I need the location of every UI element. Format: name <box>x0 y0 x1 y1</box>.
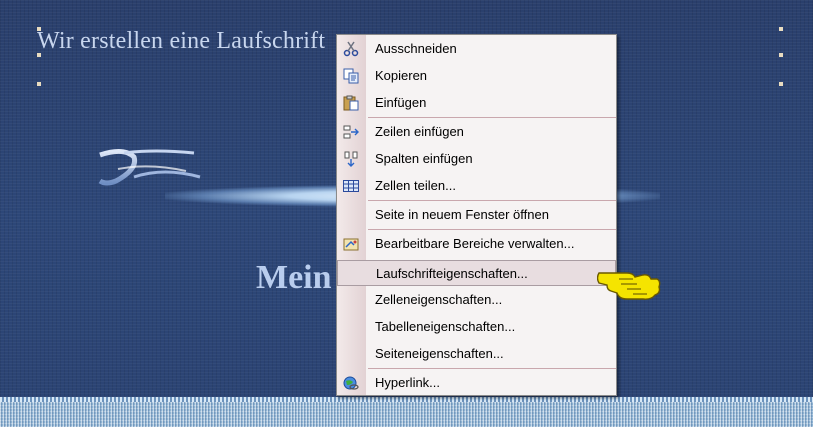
menu-item-zellen-teilen[interactable]: Zellen teilen... <box>337 173 616 199</box>
menu-item-zeilen-einfuegen[interactable]: Zeilen einfügen <box>337 119 616 145</box>
menu-separator <box>368 200 616 201</box>
insert-rows-icon <box>343 125 359 139</box>
marquee-text[interactable]: Mein <box>256 259 332 297</box>
page-canvas: Wir erstellen eine Laufschrift Mein Auss… <box>0 0 813 427</box>
menu-item-label: Kopieren <box>375 68 428 83</box>
menu-item-spalten-einfuegen[interactable]: Spalten einfügen <box>337 146 616 172</box>
menu-item-ausschneiden[interactable]: Ausschneiden <box>337 36 616 62</box>
menu-item-label: Laufschrifteigenschaften... <box>376 266 528 281</box>
menu-item-tabelleneigenschaften[interactable]: Tabelleneigenschaften... <box>337 314 616 340</box>
menu-item-label: Zelleneigenschaften... <box>375 292 503 307</box>
context-menu: Ausschneiden Kopieren Einfügen Zeilen ei… <box>336 34 617 396</box>
menu-separator <box>368 117 616 118</box>
paste-icon <box>343 95 359 111</box>
menu-item-laufschrifteigenschaften[interactable]: Laufschrifteigenschaften... <box>337 260 616 286</box>
menu-item-label: Bearbeitbare Bereiche verwalten... <box>375 236 575 251</box>
menu-item-label: Seite in neuem Fenster öffnen <box>375 207 549 222</box>
selection-handle[interactable] <box>779 82 783 86</box>
menu-item-label: Einfügen <box>375 95 427 110</box>
pointing-hand-icon <box>597 272 661 300</box>
bottom-decorative-border <box>0 397 813 427</box>
page-heading[interactable]: Wir erstellen eine Laufschrift <box>37 28 325 55</box>
selection-handle[interactable] <box>779 27 783 31</box>
menu-item-hyperlink[interactable]: Hyperlink... <box>337 370 616 396</box>
selection-handle[interactable] <box>37 82 41 86</box>
insert-columns-icon <box>344 151 358 167</box>
menu-separator <box>368 229 616 230</box>
menu-item-label: Ausschneiden <box>375 41 457 56</box>
menu-item-neues-fenster[interactable]: Seite in neuem Fenster öffnen <box>337 202 616 228</box>
menu-item-einfuegen[interactable]: Einfügen <box>337 90 616 116</box>
split-cells-icon <box>343 180 359 192</box>
menu-item-kopieren[interactable]: Kopieren <box>337 63 616 89</box>
menu-item-label: Zellen teilen... <box>375 178 456 193</box>
menu-item-label: Hyperlink... <box>375 375 441 390</box>
menu-item-bereiche-verwalten[interactable]: Bearbeitbare Bereiche verwalten... <box>337 231 616 257</box>
hyperlink-globe-icon <box>343 376 359 390</box>
menu-item-seiteneigenschaften[interactable]: Seiteneigenschaften... <box>337 341 616 367</box>
kreativ-design-logo <box>98 149 201 186</box>
selection-handle[interactable] <box>37 27 41 31</box>
menu-item-label: Zeilen einfügen <box>375 124 464 139</box>
menu-item-label: Spalten einfügen <box>375 151 473 166</box>
editable-regions-icon <box>343 238 359 251</box>
menu-item-label: Seiteneigenschaften... <box>375 346 504 361</box>
menu-item-zelleneigenschaften[interactable]: Zelleneigenschaften... <box>337 287 616 313</box>
copy-icon <box>343 68 359 84</box>
menu-item-label: Tabelleneigenschaften... <box>375 319 516 334</box>
scissors-icon <box>343 41 359 57</box>
menu-separator <box>368 368 616 369</box>
selection-handle[interactable] <box>779 53 783 57</box>
selection-handle[interactable] <box>37 53 41 57</box>
